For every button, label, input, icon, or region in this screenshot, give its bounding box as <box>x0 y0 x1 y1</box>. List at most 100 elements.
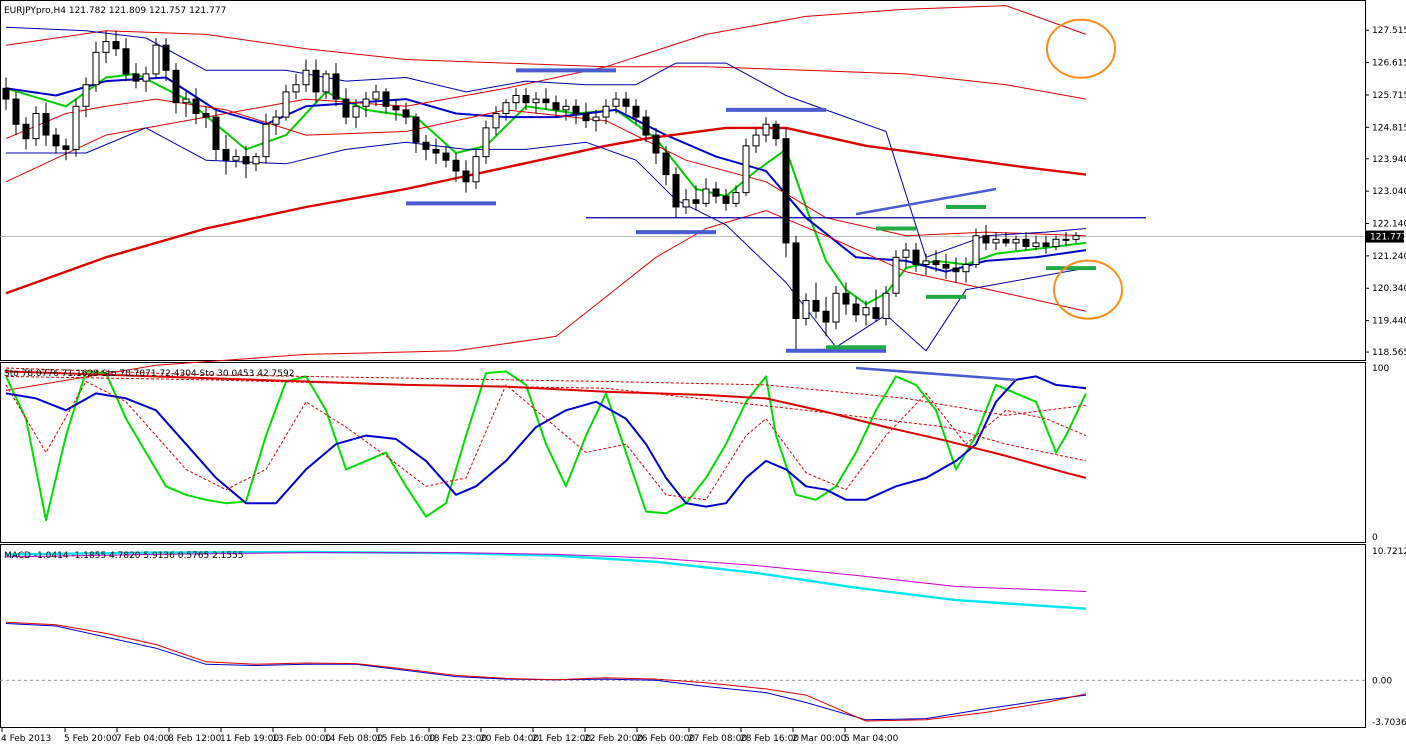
bull-candle <box>752 134 760 147</box>
bull-candle <box>72 105 80 150</box>
bull-candle <box>492 112 500 129</box>
bull-candle <box>502 102 510 114</box>
bear-candle <box>852 303 860 316</box>
x-tick-label: 14 Feb 08:00 <box>324 734 383 744</box>
bull-candle <box>532 98 540 104</box>
bear-candle <box>542 98 550 104</box>
bull-candle <box>152 44 160 75</box>
x-tick-label: 27 Feb 08:00 <box>688 734 747 744</box>
bear-candle <box>172 69 180 104</box>
bull-candle <box>1032 242 1040 248</box>
bull-candle <box>372 91 380 100</box>
bull-candle <box>802 299 810 319</box>
price-tick-label: 124.815 <box>1372 123 1406 133</box>
price-tick-label: 126.615 <box>1372 59 1406 69</box>
current-price-label: 121.777 <box>1370 233 1406 243</box>
bull-candle <box>562 105 570 111</box>
bear-candle <box>242 156 250 165</box>
x-tick-label: 18 Feb 23:00 <box>428 734 487 744</box>
bull-candle <box>482 127 490 158</box>
x-tick-label: 5 Feb 20:00 <box>64 734 118 744</box>
bull-candle <box>1072 235 1080 240</box>
bear-candle <box>912 249 920 266</box>
bull-candle <box>832 292 840 323</box>
bear-candle <box>642 116 650 136</box>
stochastic-tick-label: 0 <box>1372 533 1378 543</box>
macd-tick-label: -3.7036 <box>1372 718 1406 728</box>
bear-candle <box>122 48 130 75</box>
bear-candle <box>52 134 60 147</box>
bull-candle <box>972 235 980 266</box>
bull-candle <box>92 51 100 86</box>
bear-candle <box>62 145 70 150</box>
price-tick-label: 127.515 <box>1372 26 1406 36</box>
bull-candle <box>1062 238 1070 241</box>
macd-header: MACD -1.0414 -1.1855 4.7820 5.9136 0.576… <box>4 551 244 561</box>
bear-candle <box>132 73 140 82</box>
bear-candle <box>522 94 530 104</box>
stochastic-header: Sto 78.0776 71.1628 Sto 70.7071 72.4304 … <box>4 369 294 379</box>
bear-candle <box>22 123 30 140</box>
bear-candle <box>422 141 430 150</box>
bear-candle <box>162 44 170 71</box>
price-panel[interactable] <box>0 0 1366 361</box>
x-tick-label: 20 Feb 04:00 <box>480 734 539 744</box>
x-tick-label: 8 Feb 12:00 <box>168 734 222 744</box>
bear-candle <box>2 87 10 100</box>
bull-candle <box>1012 238 1020 244</box>
bear-candle <box>1002 238 1010 244</box>
bear-candle <box>402 109 410 118</box>
x-tick-label: 2 Mar 00:00 <box>792 734 847 744</box>
bull-candle <box>892 256 900 294</box>
bear-candle <box>842 292 850 305</box>
bear-candle <box>942 264 950 269</box>
bear-candle <box>1022 238 1030 248</box>
bull-candle <box>1052 238 1060 248</box>
bear-candle <box>932 260 940 266</box>
macd-tick-label: 0.00 <box>1372 676 1392 686</box>
bull-candle <box>272 116 280 125</box>
bear-candle <box>692 199 700 204</box>
bear-candle <box>432 148 440 154</box>
bear-candle <box>202 112 210 118</box>
bull-candle <box>232 156 240 161</box>
bear-candle <box>722 195 730 204</box>
x-tick-label: 21 Feb 12:00 <box>532 734 591 744</box>
bull-candle <box>252 156 260 165</box>
bear-candle <box>772 123 780 140</box>
bull-candle <box>512 94 520 104</box>
bear-candle <box>412 116 420 143</box>
bull-candle <box>962 264 970 273</box>
price-tick-label: 123.040 <box>1372 187 1406 197</box>
stochastic-tick-label: 100 <box>1372 364 1389 374</box>
x-tick-label: 22 Feb 20:00 <box>584 734 643 744</box>
bear-candle <box>212 116 220 150</box>
bull-candle <box>142 73 150 82</box>
macd-panel[interactable] <box>0 544 1366 728</box>
stochastic-panel[interactable] <box>0 362 1366 543</box>
bull-candle <box>262 123 270 158</box>
bear-candle <box>952 267 960 273</box>
x-tick-label: 5 Mar 04:00 <box>844 734 899 744</box>
price-tick-label: 121.240 <box>1372 252 1406 262</box>
bull-candle <box>922 260 930 266</box>
bull-candle <box>362 98 370 107</box>
bear-candle <box>112 41 120 50</box>
bull-candle <box>742 145 750 194</box>
bear-candle <box>342 98 350 118</box>
bull-candle <box>102 41 110 53</box>
price-tick-label: 118.565 <box>1372 348 1406 358</box>
bear-candle <box>42 112 50 136</box>
bull-candle <box>472 156 480 183</box>
bear-candle <box>632 105 640 118</box>
bull-candle <box>702 188 710 204</box>
bull-candle <box>182 98 190 104</box>
bear-candle <box>792 242 800 319</box>
bull-candle <box>682 199 690 208</box>
bear-candle <box>572 105 580 114</box>
bear-candle <box>392 105 400 111</box>
x-tick-label: 13 Feb 00:00 <box>272 734 331 744</box>
price-tick-label: 119.440 <box>1372 317 1406 327</box>
bull-candle <box>322 73 330 93</box>
x-tick-label: 7 Feb 04:00 <box>116 734 170 744</box>
